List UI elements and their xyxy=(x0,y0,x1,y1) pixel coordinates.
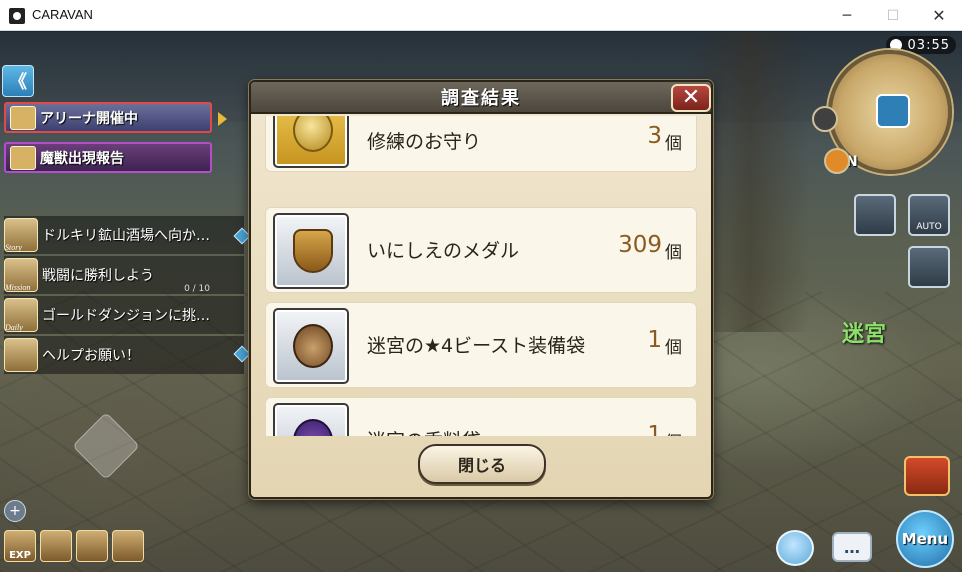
coin-icon[interactable] xyxy=(40,530,72,562)
item-qty: 309 xyxy=(618,232,662,258)
window-titlebar: CARAVAN ─ ☐ ✕ xyxy=(0,0,962,31)
window-title: CARAVAN xyxy=(32,7,93,22)
survey-result-dialog: 調査結果 ✕ 修練のお守り 3 個 いにしえのメダル 309 個 迷宮の★4ビー… xyxy=(249,80,713,499)
quest-help[interactable]: ヘルプお願い！ xyxy=(4,336,244,374)
item-thumb xyxy=(273,116,349,168)
dialog-close-x-button[interactable]: ✕ xyxy=(671,84,711,112)
camera-button[interactable] xyxy=(854,194,896,236)
menu-button[interactable]: Menu xyxy=(896,510,954,568)
item-qty: 3 xyxy=(647,123,662,149)
auto-button[interactable]: AUTO xyxy=(908,194,950,236)
close-window-button[interactable]: ✕ xyxy=(916,0,962,31)
item-name: 迷宮の★4ビースト装備袋 xyxy=(367,335,586,357)
chat-button[interactable]: … xyxy=(832,532,872,562)
item-name: 修練のお守り xyxy=(367,131,482,153)
beast-report-banner[interactable]: 魔獣出現報告 xyxy=(4,142,212,173)
exp-button[interactable]: EXP xyxy=(4,530,36,562)
beast-banner-label: 魔獣出現報告 xyxy=(40,150,124,167)
item-name: いにしえのメダル xyxy=(367,240,520,262)
mission-icon: Mission xyxy=(4,258,38,292)
emote-button[interactable] xyxy=(776,530,814,566)
minimap-toggle-button[interactable] xyxy=(812,106,838,132)
party-button[interactable] xyxy=(908,246,950,288)
medal-icon xyxy=(293,229,333,273)
result-list[interactable]: 修練のお守り 3 個 いにしえのメダル 309 個 迷宮の★4ビースト装備袋 1… xyxy=(265,116,701,436)
item-unit: 個 xyxy=(665,428,682,436)
quest-daily[interactable]: Daily ゴールドダンジョンに挑… xyxy=(4,296,244,334)
item-thumb xyxy=(273,213,349,289)
arena-banner-label: アリーナ開催中 xyxy=(40,110,138,127)
quest-story[interactable]: Story ドルキリ鉱山酒場へ向か… xyxy=(4,216,244,254)
list-item: 修練のお守り 3 個 xyxy=(265,116,697,172)
item-unit: 個 xyxy=(665,243,682,263)
beast-icon xyxy=(10,145,36,170)
minimize-button[interactable]: ─ xyxy=(824,0,870,31)
item-name: 迷宮の香料袋 xyxy=(367,426,481,436)
quest-daily-text: ゴールドダンジョンに挑… xyxy=(42,308,210,324)
quest-mission[interactable]: Mission 戦闘に勝利しよう 0 / 10 xyxy=(4,256,244,294)
arena-icon xyxy=(10,105,36,130)
treasure-chest-icon[interactable] xyxy=(904,456,950,496)
player-marker-icon xyxy=(876,94,910,128)
item-qty: 1 xyxy=(647,327,662,353)
banner-arrow-icon xyxy=(218,112,227,126)
charm-icon xyxy=(293,116,333,152)
dialog-title: 調査結果 xyxy=(441,88,521,109)
daily-icon: Daily xyxy=(4,298,38,332)
story-icon: Story xyxy=(4,218,38,252)
dialog-header: 調査結果 xyxy=(251,82,711,114)
pouch-icon xyxy=(293,419,333,436)
handshake-icon xyxy=(4,338,38,372)
item-thumb xyxy=(273,308,349,384)
close-button[interactable]: 閉じる xyxy=(418,444,546,484)
bag-icon xyxy=(293,324,333,368)
location-label[interactable]: 迷宮 xyxy=(842,316,886,348)
item-thumb xyxy=(273,403,349,436)
clock-time: 03:55 xyxy=(907,37,950,53)
quest-mission-progress: 0 / 10 xyxy=(184,284,210,294)
quest-story-text: ドルキリ鉱山酒場へ向か… xyxy=(42,228,210,244)
maximize-button[interactable]: ☐ xyxy=(870,0,916,31)
item-unit: 個 xyxy=(665,338,682,358)
arena-banner[interactable]: アリーナ開催中 xyxy=(4,102,212,133)
list-item: 迷宮の香料袋 1 個 xyxy=(265,397,697,436)
minimap-npc-button[interactable] xyxy=(824,148,850,174)
list-item: いにしえのメダル 309 個 xyxy=(265,207,697,293)
app-icon xyxy=(9,8,25,24)
quest-mission-text: 戦闘に勝利しよう xyxy=(42,268,154,284)
back-button[interactable]: 《 xyxy=(2,65,34,97)
list-item: 迷宮の★4ビースト装備袋 1 個 xyxy=(265,302,697,388)
item-unit: 個 xyxy=(665,134,682,154)
plus-icon[interactable]: + xyxy=(4,500,26,522)
game-viewport[interactable]: 《 アリーナ開催中 魔獣出現報告 Story ドルキリ鉱山酒場へ向か… Miss… xyxy=(0,32,962,572)
crown-icon[interactable] xyxy=(112,530,144,562)
item-qty: 1 xyxy=(647,422,662,436)
bottom-left-toolbar: EXP xyxy=(4,530,144,562)
quest-help-text: ヘルプお願い！ xyxy=(42,348,140,364)
boots-icon[interactable] xyxy=(76,530,108,562)
